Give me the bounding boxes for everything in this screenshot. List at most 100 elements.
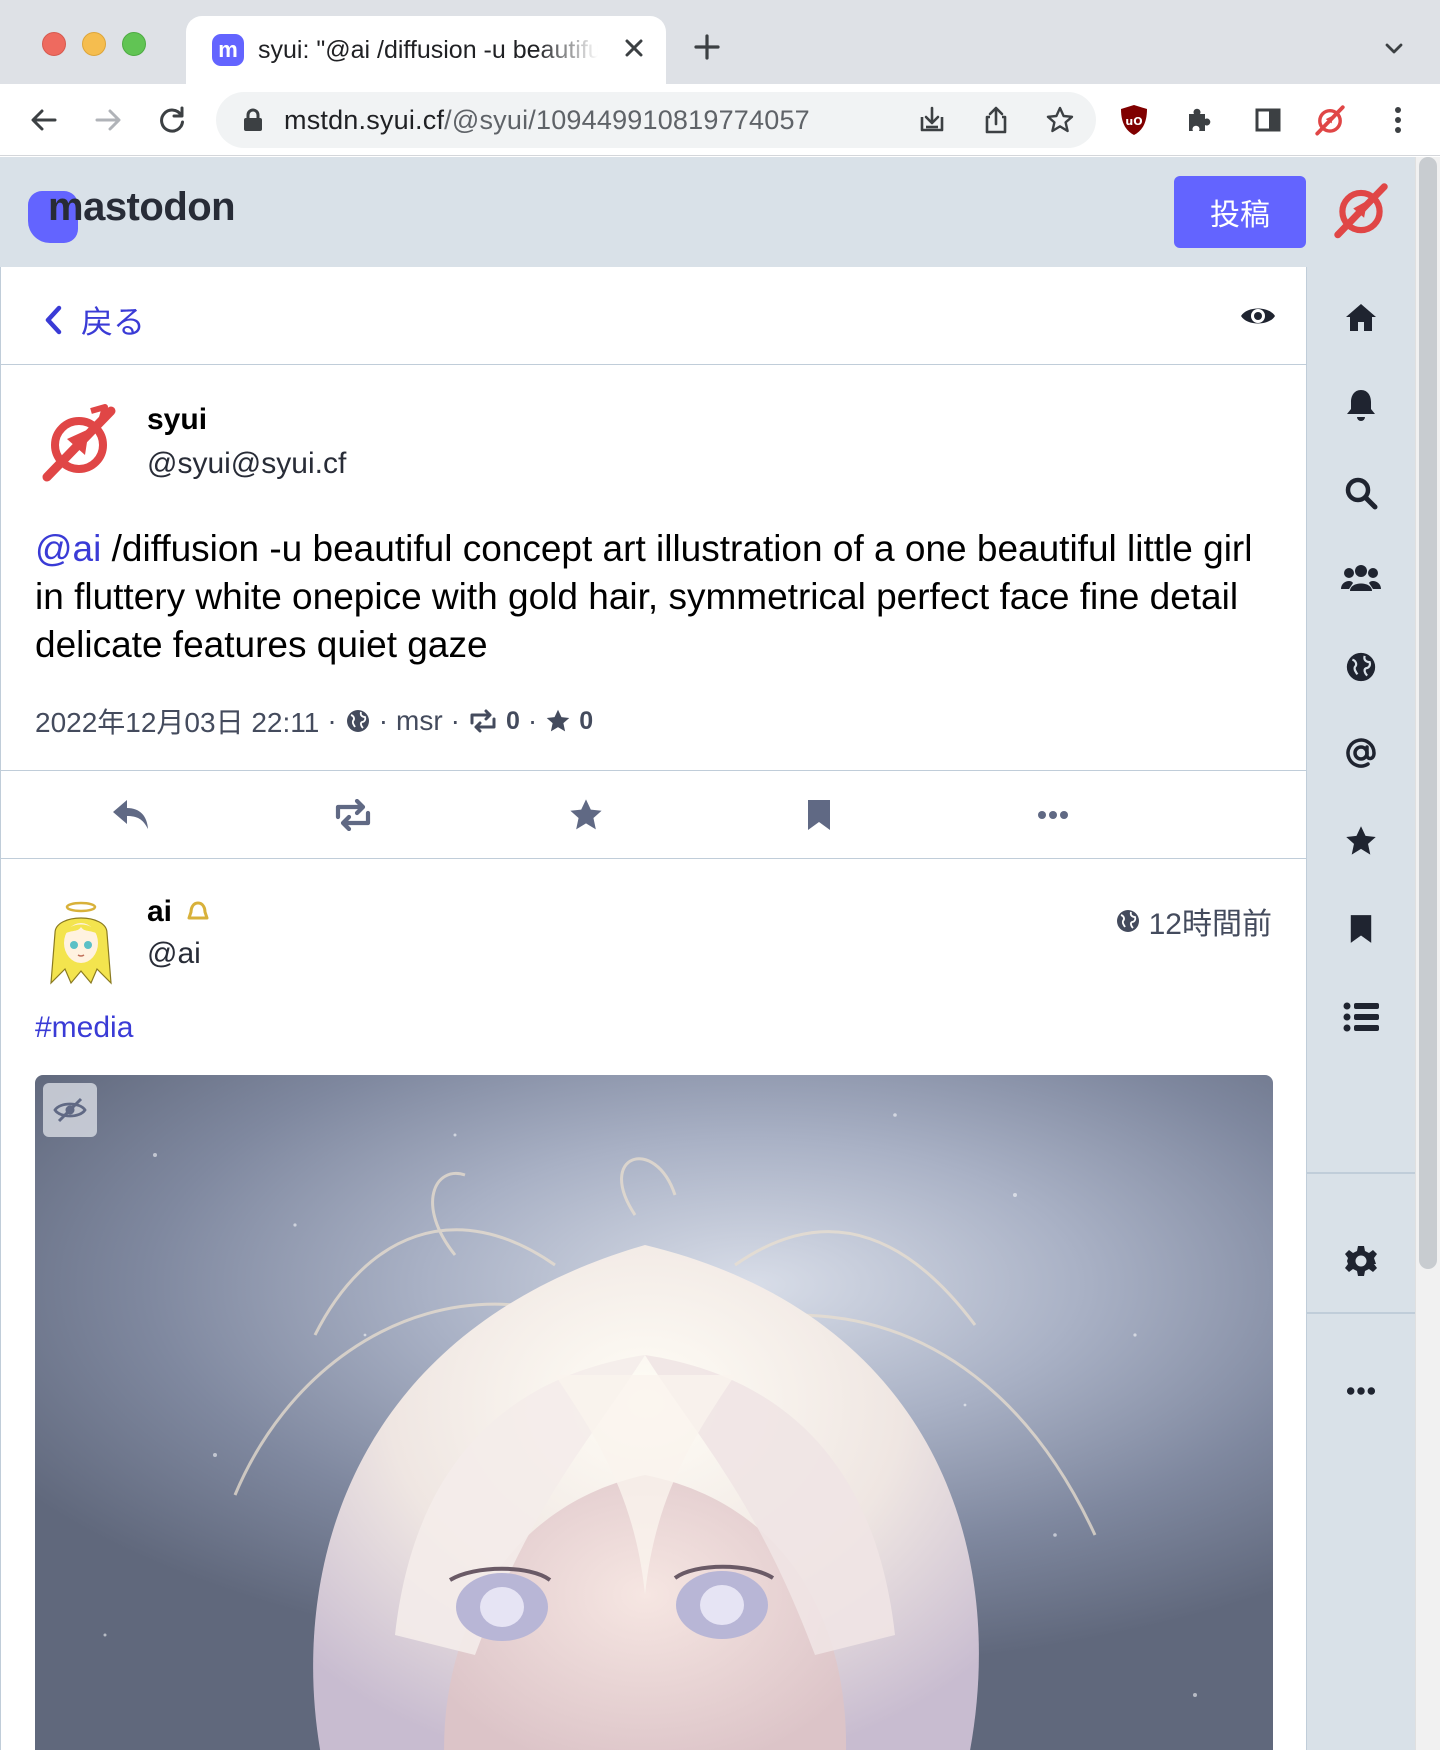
nav-favourites[interactable]	[1307, 811, 1415, 871]
bookmark-button[interactable]	[797, 793, 841, 837]
detailed-status: syui @syui@syui.cf @ai /diffusion -u bea…	[1, 365, 1306, 771]
nav-lists[interactable]	[1307, 987, 1415, 1047]
nav-bookmarks[interactable]	[1307, 899, 1415, 959]
plus-icon[interactable]	[692, 32, 722, 62]
avatar[interactable]	[41, 899, 121, 989]
browser-toolbar: mstdn.syui.cf/@syui/109449910819774057 u…	[0, 84, 1440, 156]
compose-button[interactable]: 投稿	[1174, 176, 1306, 248]
account-handle[interactable]: @syui@syui.cf	[147, 447, 346, 481]
eye-icon[interactable]	[1239, 301, 1277, 331]
status-text: /diffusion -u beautiful concept art illu…	[35, 528, 1253, 665]
url-host: mstdn.syui.cf	[284, 105, 445, 135]
hide-media-button[interactable]	[43, 1083, 97, 1137]
status-date[interactable]: 2022年12月03日 22:11	[35, 701, 319, 741]
reply-status: ai @ai 12時間前 #media	[1, 859, 1306, 1750]
status-time[interactable]: 12時間前	[1115, 899, 1272, 943]
bookmark-icon	[1350, 915, 1372, 943]
nav-home[interactable]	[1307, 287, 1415, 347]
detailed-status-column: 戻る syui @syui@syui.cf @ai /diffusion -u …	[0, 267, 1307, 1750]
page-scrollbar[interactable]	[1415, 157, 1440, 1750]
account-handle[interactable]: @ai	[147, 937, 201, 971]
browser-tab-bar: m syui: "@ai /diffusion -u beautiful	[0, 0, 1440, 84]
chevron-down-icon[interactable]	[1382, 36, 1406, 60]
hashtag-link[interactable]: #media	[35, 1011, 133, 1045]
nav-more[interactable]	[1307, 1361, 1415, 1421]
boost-icon	[335, 799, 371, 831]
application-name[interactable]: msr	[396, 705, 443, 737]
eye-slash-icon	[53, 1097, 87, 1123]
favourite-count: 0	[579, 706, 594, 735]
reload-icon[interactable]	[154, 102, 190, 138]
column-back-bar: 戻る	[1, 267, 1306, 365]
display-name-row: ai	[147, 895, 210, 929]
window-close-button[interactable]	[42, 32, 66, 56]
sidebar-icon[interactable]	[1250, 102, 1286, 138]
mastodon-header: mastodon 投稿	[0, 157, 1415, 267]
reply-button[interactable]	[109, 793, 153, 837]
boost-button[interactable]	[331, 793, 375, 837]
search-icon	[1345, 477, 1378, 510]
boost-count: 0	[506, 706, 520, 735]
meta-separator: ·	[378, 705, 389, 736]
meta-separator: ·	[327, 705, 337, 736]
generated-girl-image	[103, 1113, 1197, 1750]
status-meta: 2022年12月03日 22:11 · · msr · 0 · 0	[35, 701, 593, 741]
ublock-icon[interactable]: uO	[1116, 102, 1152, 138]
globe-icon	[1116, 910, 1139, 932]
avatar[interactable]	[39, 403, 119, 483]
mention-link[interactable]: @ai	[35, 528, 101, 569]
mastodon-logo[interactable]: mastodon	[28, 185, 278, 245]
boost-icon	[470, 709, 496, 733]
star-icon	[1346, 826, 1376, 855]
nav-direct-messages[interactable]	[1307, 723, 1415, 783]
back-arrow-icon[interactable]	[26, 102, 62, 138]
bot-badge-icon	[187, 901, 209, 920]
mastodon-favicon-icon: m	[212, 34, 244, 66]
star-icon	[570, 799, 602, 830]
gear-icon	[1345, 1246, 1377, 1276]
window-zoom-button[interactable]	[122, 32, 146, 56]
scrollbar-thumb[interactable]	[1419, 157, 1437, 1269]
home-icon	[1346, 304, 1376, 331]
lock-icon	[244, 108, 262, 131]
window-minimize-button[interactable]	[82, 32, 106, 56]
list-icon	[1343, 1002, 1379, 1032]
media-attachment[interactable]	[35, 1075, 1273, 1750]
forward-arrow-icon[interactable]	[90, 102, 126, 138]
bookmark-icon	[808, 800, 830, 830]
star-icon[interactable]	[1042, 102, 1078, 138]
ellipsis-icon	[1038, 811, 1068, 819]
at-icon	[1346, 738, 1376, 768]
kebab-icon[interactable]	[1380, 102, 1416, 138]
install-icon[interactable]	[914, 102, 950, 138]
nav-search[interactable]	[1307, 463, 1415, 523]
profile-icon[interactable]	[1312, 102, 1348, 138]
nav-federated-timeline[interactable]	[1307, 637, 1415, 697]
nav-local-timeline[interactable]	[1307, 547, 1415, 607]
more-button[interactable]	[1031, 793, 1075, 837]
chevron-left-icon	[45, 305, 62, 335]
display-name[interactable]: ai	[147, 895, 172, 929]
back-label: 戻る	[81, 304, 146, 340]
url-path: /@syui/109449910819774057	[444, 105, 810, 135]
favourite-button[interactable]	[564, 793, 608, 837]
back-button[interactable]: 戻る	[43, 297, 145, 343]
browser-tab-active[interactable]: m syui: "@ai /diffusion -u beautiful	[186, 16, 666, 84]
address-bar[interactable]: mstdn.syui.cf/@syui/109449910819774057	[216, 92, 1096, 148]
nav-separator	[1307, 1312, 1415, 1314]
tab-title: syui: "@ai /diffusion -u beautiful	[258, 36, 598, 64]
users-icon	[1341, 565, 1381, 591]
user-avatar[interactable]	[1330, 179, 1392, 241]
share-icon[interactable]	[978, 102, 1014, 138]
status-content: @ai /diffusion -u beautiful concept art …	[35, 525, 1275, 669]
nav-notifications[interactable]	[1307, 375, 1415, 435]
close-icon[interactable]	[618, 32, 650, 64]
nav-preferences[interactable]	[1307, 1231, 1415, 1291]
nav-separator	[1307, 1172, 1415, 1174]
ellipsis-icon	[1346, 1387, 1376, 1395]
globe-icon	[346, 710, 369, 732]
puzzle-icon[interactable]	[1180, 102, 1216, 138]
star-icon	[546, 709, 570, 732]
display-name[interactable]: syui	[147, 403, 207, 437]
relative-time: 12時間前	[1148, 908, 1272, 941]
